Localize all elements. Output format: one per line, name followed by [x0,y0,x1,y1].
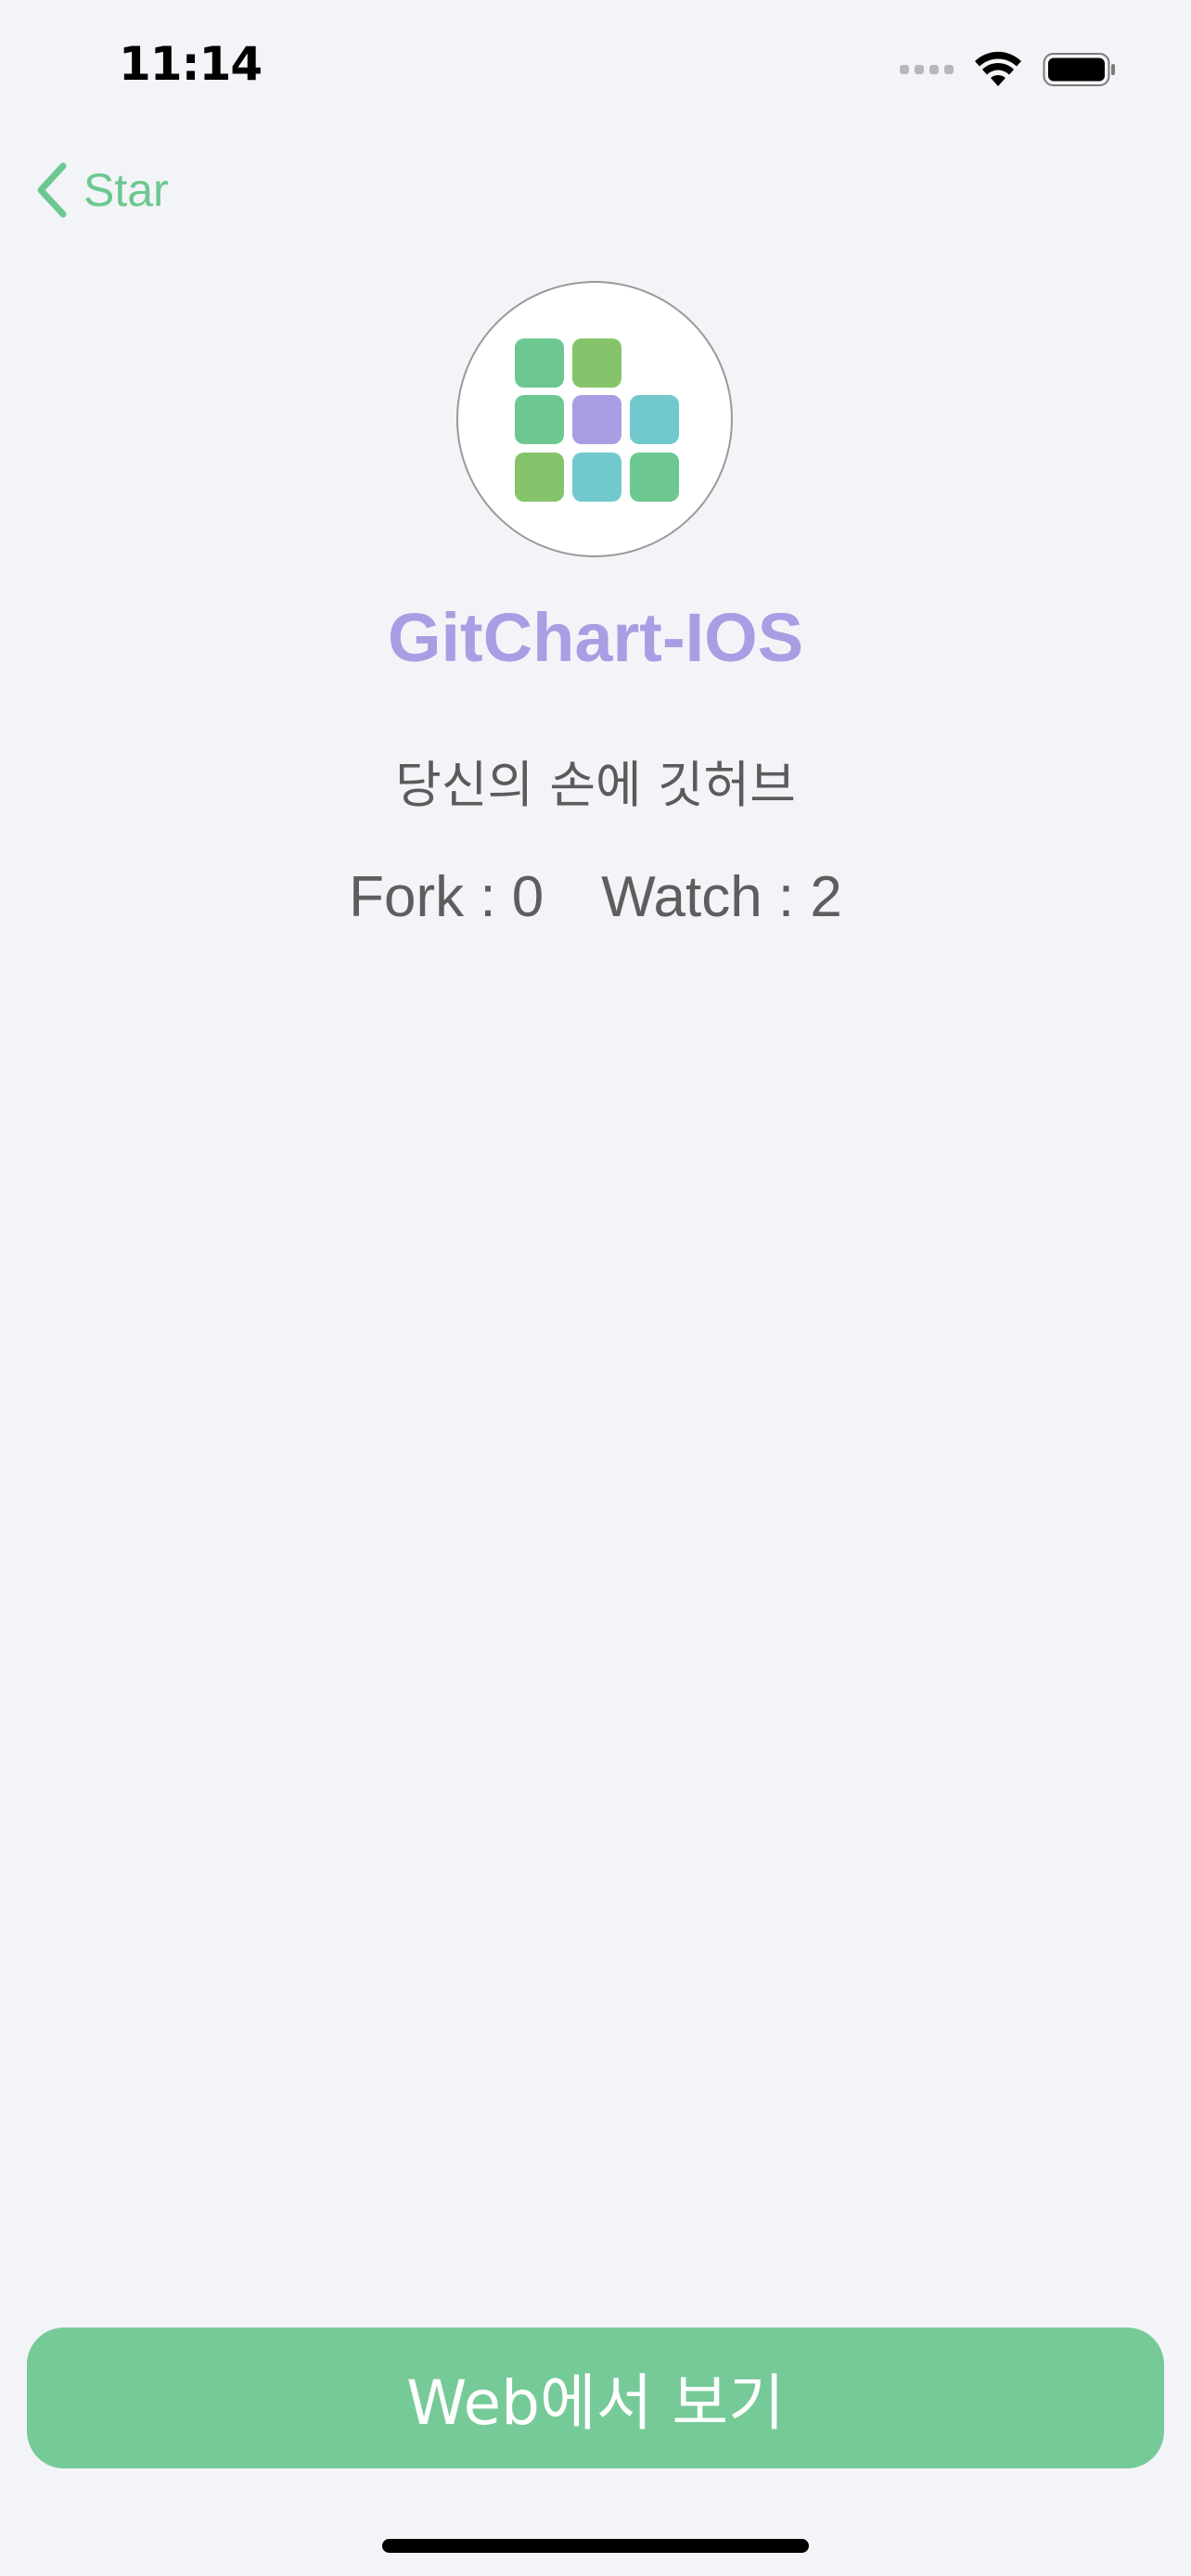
repo-avatar [456,281,733,557]
home-indicator [382,2539,809,2553]
status-bar: 11:14 [0,0,1191,130]
battery-icon [1043,53,1115,86]
wifi-icon [975,51,1021,86]
fork-count: Fork : 0 [349,865,544,929]
status-icons [900,46,1117,93]
repo-description: 당신의 손에 깃허브 [395,756,796,814]
view-on-web-button[interactable]: Web에서 보기 [27,2327,1164,2468]
repo-name: GitChart-IOS [387,599,804,676]
cellular-signal-icon [900,65,954,74]
watch-count: Watch : 2 [601,865,842,929]
back-button[interactable]: Star [33,158,169,223]
view-on-web-label: Web에서 보기 [406,2367,785,2439]
repo-stats: Fork : 0 Watch : 2 [0,864,1191,930]
chevron-left-icon [37,162,67,218]
back-button-label: Star [83,164,169,216]
gitchart-grid-logo-icon [515,338,679,502]
status-time: 11:14 [119,37,263,91]
